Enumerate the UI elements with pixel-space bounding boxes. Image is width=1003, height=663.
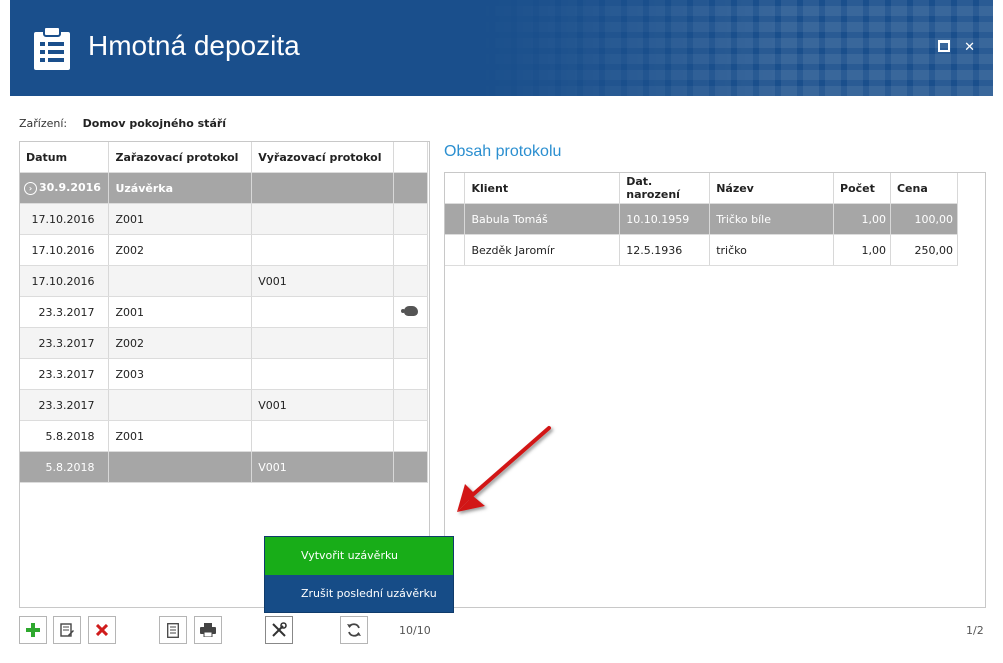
column-header-price[interactable]: Cena [890,173,959,204]
tools-button[interactable] [265,616,293,644]
column-header-in-protocol[interactable]: Zařazovací protokol [108,142,253,173]
menu-item-create-closure[interactable]: Vytvořit uzávěrku [265,537,453,575]
maximize-icon [938,40,951,52]
delete-button[interactable] [88,616,116,644]
menu-item-cancel-last-closure[interactable]: Zrušit poslední uzávěrku [265,575,453,613]
group-row-closure[interactable]: › 30.9.2016 Uzávěrka [20,172,428,204]
tools-icon [271,622,287,638]
window-title: Hmotná depozita [88,30,300,61]
add-button[interactable] [19,616,47,644]
grid-header-row: Datum Zařazovací protokol Vyřazovací pro… [20,142,428,173]
group-label-cell: Uzávěrka [108,172,253,204]
table-row[interactable]: 23.3.2017 Z001 [20,296,428,328]
table-row[interactable]: Bezděk Jaromír 12.5.1936 tričko 1,00 250… [445,234,959,266]
document-button[interactable] [159,616,187,644]
document-icon [167,622,179,638]
column-header-client[interactable]: Klient [464,173,621,204]
window-header: Hmotná depozita ✕ [10,0,993,96]
facility-row: Zařízení: Domov pokojného stáří [19,117,226,130]
piggy-bank-icon [400,305,418,316]
refresh-button[interactable] [340,616,368,644]
right-grid-counter: 1/2 [966,624,984,637]
table-row[interactable]: 17.10.2016 Z001 [20,203,428,235]
table-row[interactable]: 23.3.2017 Z002 [20,327,428,359]
close-button[interactable]: ✕ [964,40,975,56]
table-row[interactable]: 17.10.2016 V001 [20,265,428,297]
column-header-out-protocol[interactable]: Vyřazovací protokol [251,142,394,173]
print-icon [200,623,216,637]
clipboard-icon [30,26,74,75]
grid-header-row: Klient Dat. narození Název Počet Cena [445,173,959,204]
red-arrow-annotation-icon [457,426,551,512]
column-header-date[interactable]: Datum [20,142,110,173]
delete-icon [96,624,108,636]
group-date-cell: › 30.9.2016 [20,172,110,204]
table-row-selected[interactable]: 5.8.2018 V001 [20,451,428,483]
table-row[interactable]: 23.3.2017 V001 [20,389,428,421]
add-icon [26,623,40,637]
column-header-name[interactable]: Název [709,173,835,204]
edit-button[interactable] [53,616,81,644]
maximize-button[interactable] [938,40,951,56]
expand-arrow-icon[interactable]: › [24,181,37,195]
facility-label: Zařízení: [19,117,68,130]
table-row-selected[interactable]: Babula Tomáš 10.10.1959 Tričko bíle 1,00… [445,203,959,235]
column-header-icon [393,142,428,173]
facility-value: Domov pokojného stáří [82,117,227,130]
header-pattern [473,0,993,96]
closure-popup-menu: Vytvořit uzávěrku Zrušit poslední uzávěr… [264,536,454,613]
column-header-birth-date[interactable]: Dat. narození [619,173,711,204]
protocol-content-title: Obsah protokolu [444,143,562,160]
edit-icon [60,623,74,637]
table-row[interactable]: 23.3.2017 Z003 [20,358,428,390]
protocol-content-grid: Klient Dat. narození Název Počet Cena Ba… [444,172,986,608]
left-grid-counter: 10/10 [399,624,431,637]
column-header-count[interactable]: Počet [833,173,891,204]
print-button[interactable] [194,616,222,644]
table-row[interactable]: 5.8.2018 Z001 [20,420,428,452]
table-row[interactable]: 17.10.2016 Z002 [20,234,428,266]
refresh-icon [346,622,362,638]
